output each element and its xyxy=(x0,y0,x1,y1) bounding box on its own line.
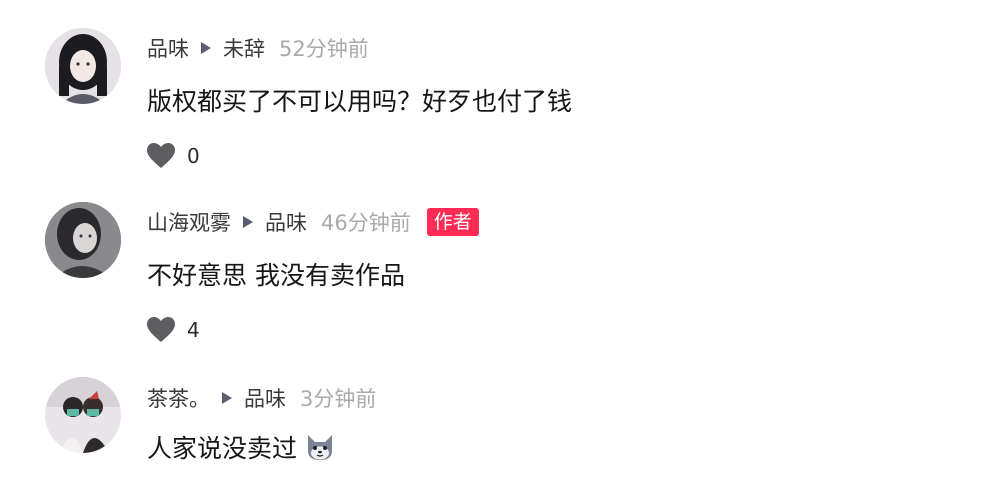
comment-text[interactable]: 版权都买了不可以用吗？好歹也付了钱 xyxy=(147,84,572,116)
author-name[interactable]: 茶茶。 xyxy=(147,383,210,413)
author-name[interactable]: 品味 xyxy=(147,33,189,63)
reply-to-name[interactable]: 品味 xyxy=(265,207,307,237)
like-button[interactable]: 0 xyxy=(147,141,200,171)
comment-text-row[interactable]: 人家说没卖过 xyxy=(147,430,335,464)
heart-icon xyxy=(147,317,175,343)
comment-meta: 山海观雾 品味 46分钟前 作者 xyxy=(147,207,479,237)
comment-text: 人家说没卖过 xyxy=(147,434,298,463)
reply-arrow-icon xyxy=(201,42,211,54)
like-button[interactable]: 4 xyxy=(147,315,200,345)
comment-meta: 茶茶。 品味 3分钟前 xyxy=(147,383,376,413)
reply-to-name[interactable]: 未辞 xyxy=(223,33,265,63)
like-count: 0 xyxy=(187,144,200,168)
reply-arrow-icon xyxy=(243,216,253,228)
author-name[interactable]: 山海观雾 xyxy=(147,207,231,237)
cat-face-emoji-icon xyxy=(305,433,335,461)
avatar[interactable] xyxy=(45,377,121,453)
like-count: 4 xyxy=(187,318,200,342)
comment-time: 46分钟前 xyxy=(321,211,411,235)
reply-to-name[interactable]: 品味 xyxy=(244,383,286,413)
avatar[interactable] xyxy=(45,202,121,278)
author-badge: 作者 xyxy=(426,208,479,236)
comment-text[interactable]: 不好意思 我没有卖作品 xyxy=(147,258,405,290)
reply-arrow-icon xyxy=(222,392,232,404)
comment-time: 52分钟前 xyxy=(279,37,369,61)
comment-time: 3分钟前 xyxy=(300,387,377,411)
comment-meta: 品味 未辞 52分钟前 xyxy=(147,33,369,63)
heart-icon xyxy=(147,143,175,169)
avatar[interactable] xyxy=(45,28,121,104)
